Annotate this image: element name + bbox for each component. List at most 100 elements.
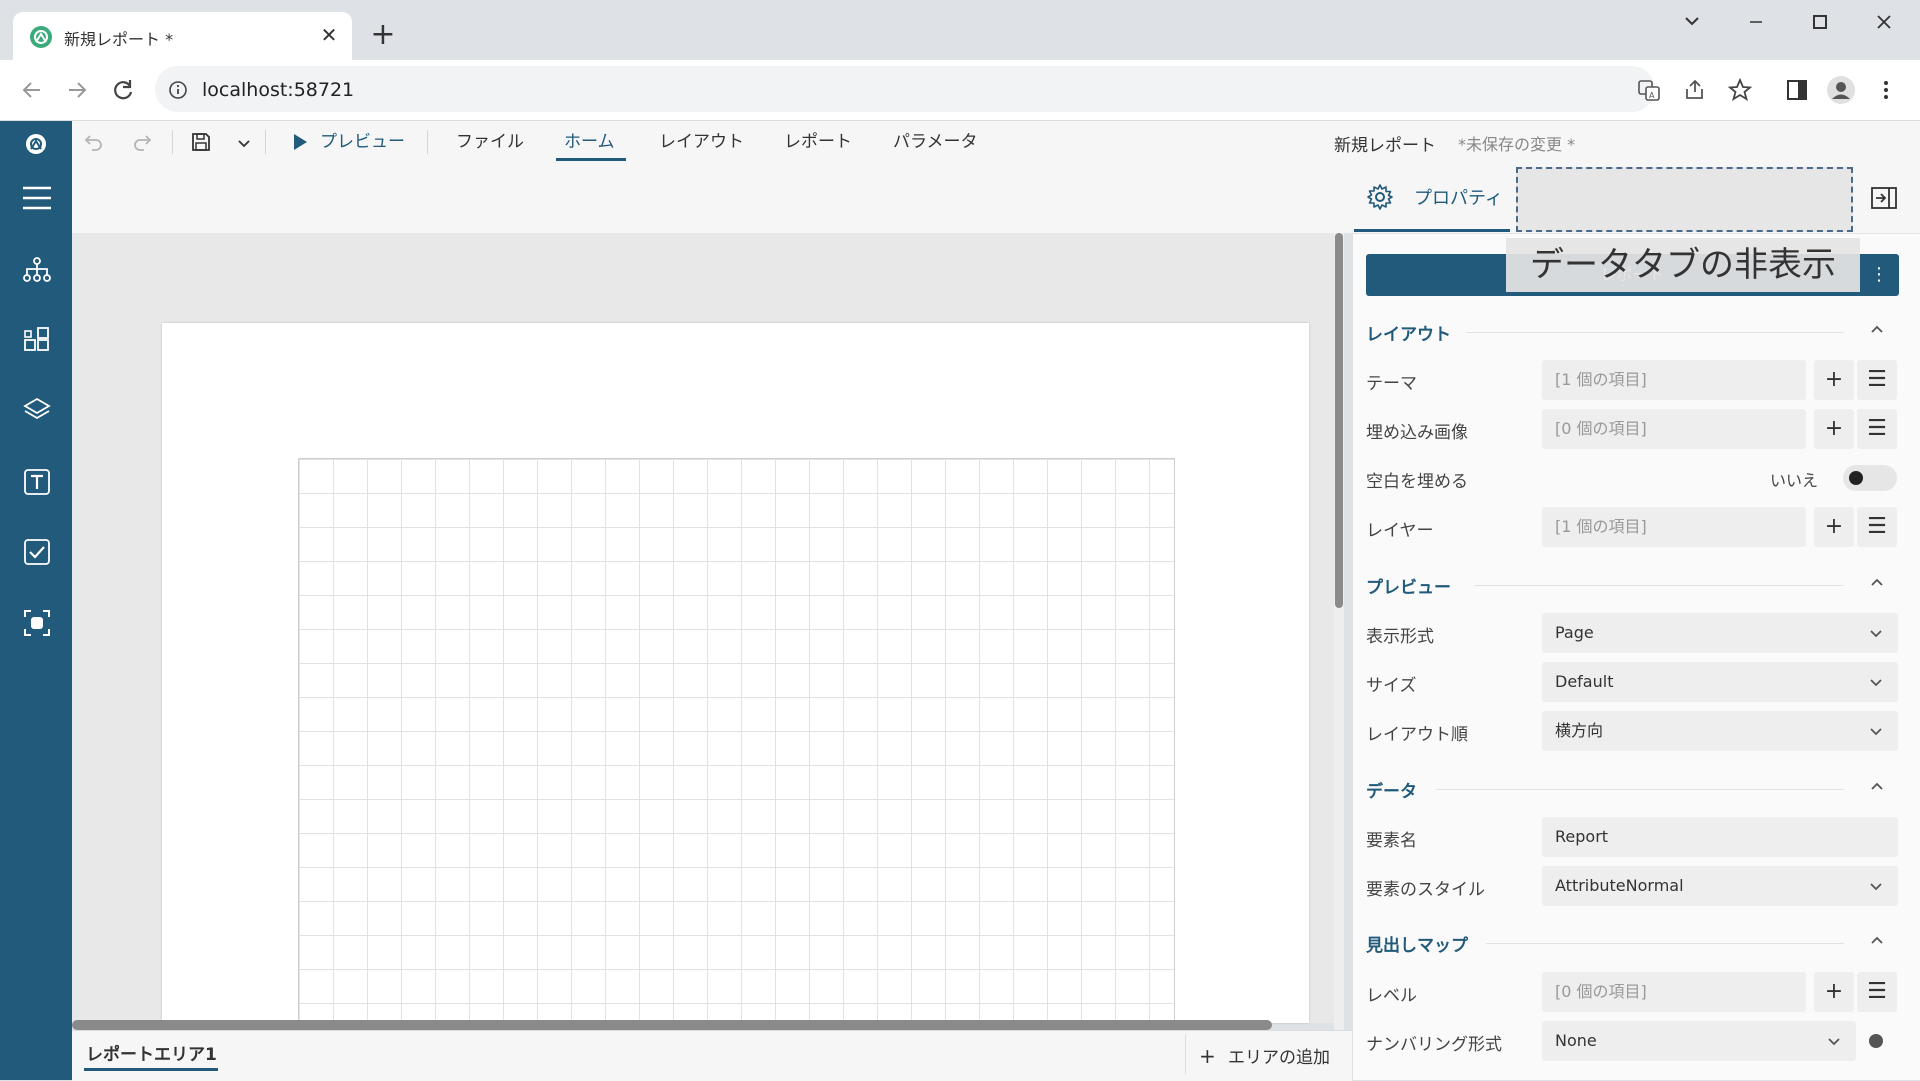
theme-field[interactable]: [1 個の項目]: [1542, 360, 1806, 400]
side-panel-icon[interactable]: [1785, 78, 1809, 102]
reload-icon[interactable]: [109, 76, 137, 104]
numbering-format-label: ナンバリング形式: [1366, 1035, 1502, 1055]
translate-icon[interactable]: A: [1636, 77, 1662, 103]
collapse-preview-chevron-up-icon[interactable]: [1869, 575, 1885, 591]
active-menu-indicator: [556, 158, 626, 161]
vertical-scrollbar-thumb[interactable]: [1335, 233, 1343, 608]
numbering-status-dot-icon: [1869, 1034, 1883, 1048]
menu-file[interactable]: ファイル: [456, 121, 524, 163]
app-favicon-icon: [30, 26, 52, 48]
element-name-input[interactable]: Report: [1542, 817, 1898, 857]
collapse-layout-chevron-up-icon[interactable]: [1869, 322, 1885, 338]
layout-order-chevron-down-icon[interactable]: [1868, 723, 1884, 739]
data-tab-placeholder[interactable]: [1516, 167, 1853, 232]
report-more-icon[interactable]: ⋮: [1870, 264, 1888, 285]
section-preview-title[interactable]: プレビュー: [1366, 573, 1451, 598]
add-area-plus-icon[interactable]: +: [1199, 1044, 1216, 1068]
gear-icon[interactable]: [1366, 183, 1394, 211]
checkbox-icon[interactable]: [22, 537, 52, 567]
site-info-icon[interactable]: [168, 80, 188, 100]
preview-play-icon[interactable]: [290, 131, 310, 153]
element-name-label: 要素名: [1366, 831, 1417, 851]
section-layout-title[interactable]: レイアウト: [1366, 320, 1451, 345]
embedded-images-field[interactable]: [0 個の項目]: [1542, 409, 1806, 449]
section-docmap-title[interactable]: 見出しマップ: [1366, 931, 1468, 956]
maximize-icon[interactable]: [1796, 10, 1844, 34]
fill-blank-label: 空白を埋める: [1366, 472, 1468, 492]
level-field[interactable]: [0 個の項目]: [1542, 972, 1806, 1012]
add-embedded-image-plus-icon[interactable]: +: [1814, 409, 1854, 449]
forward-icon[interactable]: [63, 76, 91, 104]
section-divider: [1486, 943, 1844, 944]
collapse-docmap-chevron-up-icon[interactable]: [1869, 933, 1885, 949]
close-window-icon[interactable]: [1860, 10, 1908, 34]
size-chevron-down-icon[interactable]: [1868, 674, 1884, 690]
section-divider: [1466, 332, 1844, 333]
share-icon[interactable]: [1682, 77, 1708, 103]
properties-tab-indicator: [1354, 229, 1510, 232]
element-style-chevron-down-icon[interactable]: [1868, 878, 1884, 894]
layers-icon[interactable]: [22, 396, 52, 424]
toolbar-divider: [172, 130, 173, 154]
profile-avatar-icon[interactable]: [1826, 75, 1856, 105]
menu-home[interactable]: ホーム: [564, 121, 615, 163]
preview-button[interactable]: プレビュー: [320, 121, 405, 163]
toolbar-divider: [427, 130, 428, 154]
toolbar-divider: [265, 130, 266, 154]
menu-report[interactable]: レポート: [784, 121, 852, 163]
save-icon[interactable]: [190, 131, 212, 153]
url-text[interactable]: localhost:58721: [202, 79, 354, 101]
add-level-plus-icon[interactable]: +: [1814, 972, 1854, 1012]
minimize-icon[interactable]: [1732, 10, 1780, 34]
add-layer-plus-icon[interactable]: +: [1814, 507, 1854, 547]
new-tab-icon[interactable]: +: [368, 18, 398, 52]
active-area-indicator: [84, 1068, 218, 1071]
theme-list-icon[interactable]: ☰: [1857, 360, 1897, 400]
properties-tab[interactable]: プロパティ: [1414, 184, 1503, 210]
numbering-format-chevron-down-icon[interactable]: [1826, 1033, 1842, 1049]
embedded-images-list-icon[interactable]: ☰: [1857, 409, 1897, 449]
layer-list-icon[interactable]: ☰: [1857, 507, 1897, 547]
collapse-panel-icon[interactable]: [1870, 186, 1898, 210]
element-style-select[interactable]: AttributeNormal: [1542, 866, 1898, 906]
element-style-label: 要素のスタイル: [1366, 880, 1485, 900]
display-format-chevron-down-icon[interactable]: [1868, 625, 1884, 641]
app-logo-icon: [24, 132, 48, 156]
omnibox[interactable]: [155, 66, 1655, 112]
level-label: レベル: [1366, 986, 1417, 1006]
menu-layout[interactable]: レイアウト: [659, 121, 744, 163]
canvas-header: [72, 163, 1352, 234]
horizontal-scrollbar-thumb[interactable]: [72, 1020, 1272, 1030]
add-theme-plus-icon[interactable]: +: [1814, 360, 1854, 400]
section-divider: [1436, 789, 1844, 790]
menu-parameters[interactable]: パラメータ: [893, 121, 978, 163]
textbox-icon[interactable]: [22, 467, 52, 497]
undo-icon[interactable]: [82, 130, 106, 154]
theme-label: テーマ: [1366, 374, 1417, 394]
browser-tab-title: 新規レポート *: [64, 30, 174, 49]
level-list-icon[interactable]: ☰: [1857, 972, 1897, 1012]
collapse-data-chevron-up-icon[interactable]: [1869, 779, 1885, 795]
close-tab-icon[interactable]: ✕: [318, 23, 340, 47]
redo-icon[interactable]: [130, 130, 154, 154]
display-format-select[interactable]: Page: [1542, 613, 1898, 653]
report-body-grid[interactable]: [298, 458, 1175, 1024]
data-tree-icon[interactable]: [22, 256, 52, 284]
add-area-button[interactable]: エリアの追加: [1228, 1043, 1330, 1068]
size-select[interactable]: Default: [1542, 662, 1898, 702]
frame-capture-icon[interactable]: [22, 608, 52, 638]
bookmark-star-icon[interactable]: [1727, 77, 1753, 103]
save-options-chevron-down-icon[interactable]: [236, 135, 252, 151]
components-icon[interactable]: [22, 326, 52, 356]
section-data-title[interactable]: データ: [1366, 777, 1417, 802]
hamburger-menu-icon[interactable]: [21, 184, 53, 212]
layout-order-select[interactable]: 横方向: [1542, 711, 1898, 751]
layer-field[interactable]: [1 個の項目]: [1542, 507, 1806, 547]
tab-search-icon[interactable]: [1668, 10, 1716, 34]
fill-blank-toggle-knob: [1849, 471, 1863, 485]
back-icon[interactable]: [18, 76, 46, 104]
area-tabs-bar: [72, 1030, 1352, 1081]
report-area-tab[interactable]: レポートエリア1: [86, 1040, 217, 1065]
browser-menu-icon[interactable]: [1880, 78, 1892, 102]
numbering-format-select[interactable]: None: [1542, 1021, 1856, 1061]
